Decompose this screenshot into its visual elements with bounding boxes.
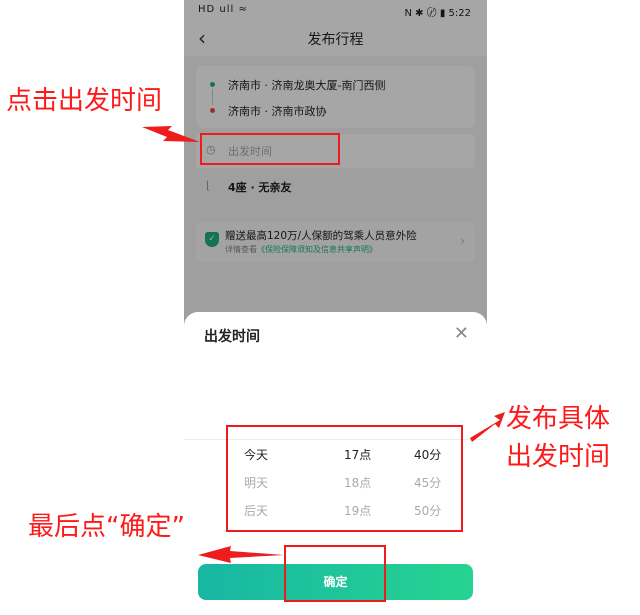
arrow-to-picker <box>470 412 505 442</box>
annotation-set-time-1: 发布具体 <box>506 404 611 434</box>
annotation-set-time-2: 出发时间 <box>506 442 611 472</box>
annotation-click-time: 点击出发时间 <box>6 86 163 116</box>
arrow-to-time <box>142 126 200 142</box>
annotation-click-confirm: 最后点“确定” <box>28 512 185 542</box>
arrow-to-confirm <box>198 546 284 563</box>
